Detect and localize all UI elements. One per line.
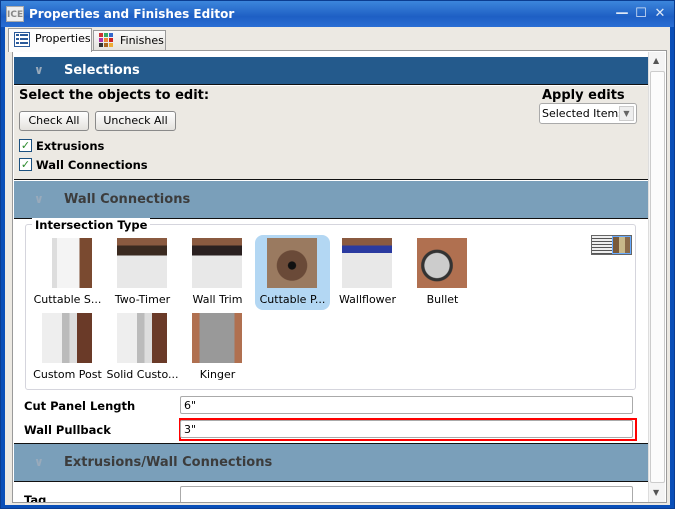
item-label: Kinger — [199, 368, 236, 381]
scroll-up-icon[interactable]: ▲ — [653, 56, 659, 65]
close-button[interactable]: ✕ — [652, 6, 668, 22]
tab-label: Properties — [35, 32, 91, 45]
intersection-type-group: Intersection Type Cuttable S... Two-Timer… — [25, 218, 636, 390]
selections-body: Select the objects to edit: Check All Un… — [14, 86, 649, 180]
intersection-type-item[interactable]: Wall Trim — [180, 235, 255, 310]
chevron-down-icon: ∨ — [34, 192, 44, 206]
field-label: Tag — [24, 493, 47, 503]
apply-edits-dropdown[interactable]: Selected Items ▼ — [539, 103, 637, 124]
tab-label: Finishes — [120, 34, 164, 47]
intersection-type-item[interactable]: Wallflower — [330, 235, 405, 310]
chevron-down-icon: ∨ — [34, 63, 44, 77]
item-label: Cuttable P... — [259, 293, 326, 306]
intersection-type-item[interactable]: Cuttable P... — [255, 235, 330, 310]
field-label: Wall Pullback — [24, 423, 111, 437]
intersection-type-item[interactable]: Solid Custo... — [105, 310, 180, 385]
field-label: Cut Panel Length — [24, 399, 136, 413]
intersection-type-item[interactable]: Custom Post — [30, 310, 105, 385]
scroll-down-icon[interactable]: ▼ — [653, 488, 659, 497]
select-prompt: Select the objects to edit: — [19, 88, 210, 103]
item-label: Wall Trim — [192, 293, 243, 306]
intersection-type-item[interactable]: Cuttable S... — [30, 235, 105, 310]
cut-panel-length-input[interactable]: 6" — [180, 396, 633, 414]
app-icon: ICE — [6, 6, 24, 22]
uncheck-all-button[interactable]: Uncheck All — [95, 111, 176, 131]
item-label: Bullet — [426, 293, 459, 306]
intersection-type-item[interactable]: Two-Timer — [105, 235, 180, 310]
window-title: Properties and Finishes Editor — [29, 7, 235, 21]
title-bar[interactable]: ICE Properties and Finishes Editor — ☐ ✕ — [1, 1, 674, 27]
intersection-thumbnail — [417, 238, 467, 288]
selections-header[interactable]: ∨ Selections — [14, 57, 649, 85]
wall-connections-header[interactable]: ∨ Wall Connections — [14, 181, 649, 219]
checkbox-label: Extrusions — [36, 139, 105, 153]
chevron-down-icon: ∨ — [34, 455, 44, 469]
intersection-thumbnail — [192, 313, 242, 363]
vertical-scrollbar[interactable]: ▲ ▼ — [648, 52, 665, 502]
wall-pullback-input[interactable]: 3" — [180, 420, 633, 438]
scrollbar-thumb[interactable] — [650, 71, 665, 483]
item-label: Custom Post — [33, 368, 102, 381]
list-view-icon[interactable] — [592, 236, 612, 254]
item-label: Cuttable S... — [33, 293, 102, 306]
list-icon — [14, 32, 30, 47]
section-title: Wall Connections — [64, 192, 191, 207]
extrusions-checkbox[interactable]: ✓ — [19, 139, 32, 152]
wall-connections-checkbox[interactable]: ✓ — [19, 158, 32, 171]
check-all-button[interactable]: Check All — [19, 111, 89, 131]
tile-view-icon[interactable] — [612, 236, 631, 254]
intersection-type-item[interactable]: Kinger — [180, 310, 255, 385]
section-title: Extrusions/Wall Connections — [64, 455, 273, 470]
extrusions-wall-connections-header[interactable]: ∨ Extrusions/Wall Connections — [14, 443, 649, 482]
checkbox-label: Wall Connections — [36, 158, 148, 172]
dropdown-value: Selected Items — [542, 107, 624, 120]
tab-properties[interactable]: Properties — [8, 28, 92, 52]
tag-input[interactable] — [180, 486, 633, 502]
item-label: Solid Custo... — [106, 368, 179, 381]
minimize-button[interactable]: — — [614, 6, 630, 22]
intersection-thumbnail — [117, 313, 167, 363]
section-title: Selections — [64, 63, 140, 78]
intersection-thumbnail — [342, 238, 392, 288]
client-area: Properties Finishes ∨ Selections Select … — [5, 27, 670, 505]
item-label: Two-Timer — [114, 293, 171, 306]
window: ICE Properties and Finishes Editor — ☐ ✕… — [0, 0, 675, 509]
intersection-thumbnail — [117, 238, 167, 288]
view-toggle[interactable] — [591, 235, 632, 255]
group-label: Intersection Type — [32, 218, 151, 232]
tab-finishes[interactable]: Finishes — [93, 30, 166, 51]
intersection-thumbnail — [267, 238, 317, 288]
intersection-thumbnail — [42, 238, 92, 288]
item-label: Wallflower — [339, 293, 396, 306]
chevron-down-icon[interactable]: ▼ — [619, 106, 634, 121]
intersection-thumbnail — [192, 238, 242, 288]
intersection-thumbnail — [42, 313, 92, 363]
maximize-button[interactable]: ☐ — [633, 6, 649, 22]
properties-panel: ∨ Selections Select the objects to edit:… — [12, 50, 667, 503]
color-grid-icon — [99, 33, 113, 47]
intersection-type-item[interactable]: Bullet — [405, 235, 480, 310]
